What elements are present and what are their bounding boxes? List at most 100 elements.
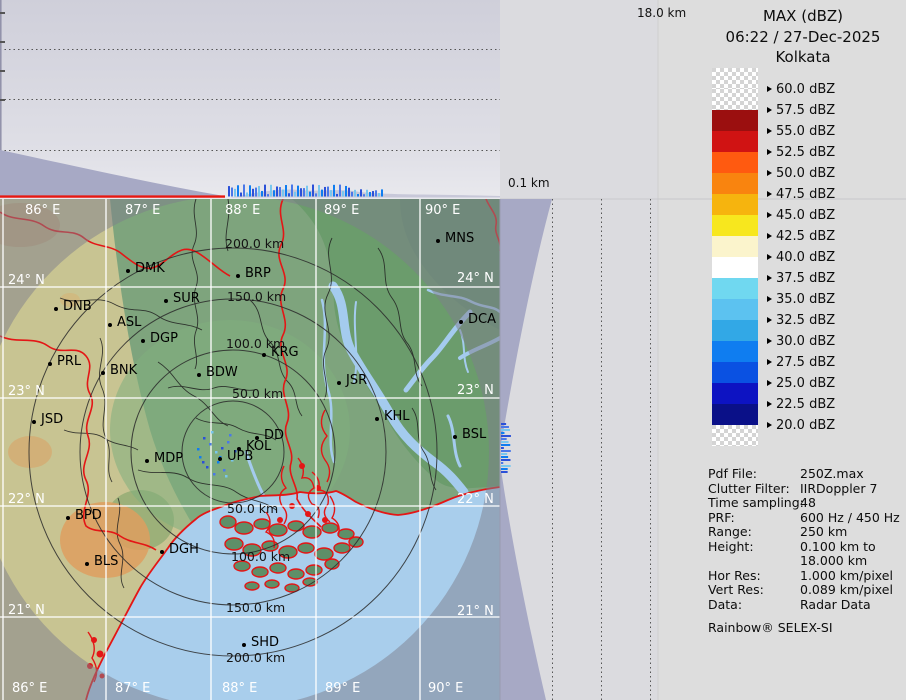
metadata-value: IIRDoppler 7 bbox=[800, 482, 877, 497]
legend-tick-label: 40.0 dBZ bbox=[776, 250, 835, 265]
height-max-label: 18.0 km bbox=[637, 7, 686, 20]
legend-tick-label: 55.0 dBZ bbox=[776, 124, 835, 139]
metadata-value: 1.000 km/pixel bbox=[800, 569, 893, 584]
station-label: DMK bbox=[135, 261, 165, 276]
colorbar-band bbox=[712, 173, 758, 194]
tick-arrow-icon bbox=[767, 86, 772, 92]
colorbar-band bbox=[712, 131, 758, 152]
station-label: ASL bbox=[117, 315, 141, 330]
colorbar-band bbox=[712, 257, 758, 278]
metadata-value: 0.089 km/pixel bbox=[800, 583, 893, 598]
metadata-value: 0.100 km to bbox=[800, 540, 876, 555]
station-dot bbox=[141, 339, 145, 343]
station-dot bbox=[262, 353, 266, 357]
range-ring-label: 200.0 km bbox=[225, 236, 284, 251]
legend-tick-row: 47.5 dBZ bbox=[767, 187, 835, 201]
legend-tick-row: 22.5 dBZ bbox=[767, 397, 835, 411]
latitude-label-left: 21° N bbox=[8, 604, 45, 618]
tick-arrow-icon bbox=[767, 170, 772, 176]
metadata-label: Hor Res: bbox=[708, 569, 761, 584]
legend-title-block: MAX (dBZ) 06:22 / 27-Dec-2025 Kolkata bbox=[700, 6, 906, 68]
station-label: BDW bbox=[206, 365, 238, 380]
legend-tick-label: 45.0 dBZ bbox=[776, 208, 835, 223]
range-ring-label: 150.0 km bbox=[226, 600, 285, 615]
station-label: MNS bbox=[445, 231, 474, 246]
metadata-value: 250 km bbox=[800, 525, 847, 540]
radar-product-screen: 18.0 km 0.1 km MAX (dBZ) 06:22 / 27-Dec-… bbox=[0, 0, 906, 700]
tick-arrow-icon bbox=[767, 233, 772, 239]
legend-tick-label: 50.0 dBZ bbox=[776, 166, 835, 181]
metadata-label: Pdf File: bbox=[708, 467, 757, 482]
station-dot bbox=[218, 457, 222, 461]
range-ring-label: 150.0 km bbox=[227, 289, 286, 304]
legend-tick-row: 20.0 dBZ bbox=[767, 418, 835, 432]
legend-tick-row: 45.0 dBZ bbox=[767, 208, 835, 222]
legend-tick-row: 25.0 dBZ bbox=[767, 376, 835, 390]
legend-tick-label: 25.0 dBZ bbox=[776, 376, 835, 391]
tick-arrow-icon bbox=[767, 359, 772, 365]
station-dot bbox=[337, 381, 341, 385]
tick-arrow-icon bbox=[767, 380, 772, 386]
metadata-label: Data: bbox=[708, 598, 742, 613]
legend-tick-row: 32.5 dBZ bbox=[767, 313, 835, 327]
metadata-value: 600 Hz / 450 Hz bbox=[800, 511, 900, 526]
longitude-label-top: 88° E bbox=[225, 204, 260, 218]
legend-tick-row: 35.0 dBZ bbox=[767, 292, 835, 306]
station-dot bbox=[436, 239, 440, 243]
legend-tick-row: 37.5 dBZ bbox=[767, 271, 835, 285]
metadata-label: Vert Res: bbox=[708, 583, 764, 598]
longitude-label-top: 86° E bbox=[25, 204, 60, 218]
station-label: BPD bbox=[75, 508, 102, 523]
station-dot bbox=[160, 550, 164, 554]
station-dot bbox=[236, 274, 240, 278]
radar-site-name: Kolkata bbox=[700, 47, 906, 68]
tick-arrow-icon bbox=[767, 254, 772, 260]
colorbar-band bbox=[712, 89, 758, 110]
station-label: DGH bbox=[169, 542, 199, 557]
metadata-row: Data:Radar Data bbox=[708, 598, 906, 613]
metadata-row: Time sampling:48 bbox=[708, 496, 906, 511]
station-label: DNB bbox=[63, 299, 92, 314]
longitude-label-bottom: 86° E bbox=[12, 682, 47, 696]
metadata-row: PRF: 600 Hz / 450 Hz bbox=[708, 511, 906, 526]
legend-tick-label: 35.0 dBZ bbox=[776, 292, 835, 307]
tick-arrow-icon bbox=[767, 128, 772, 134]
metadata-label: PRF: bbox=[708, 511, 735, 526]
station-label: BNK bbox=[110, 363, 137, 378]
station-dot bbox=[85, 562, 89, 566]
metadata-row: 18.000 km bbox=[708, 554, 906, 569]
station-label: MDP bbox=[154, 451, 183, 466]
range-ring-label: 50.0 km bbox=[232, 386, 283, 401]
legend-tick-label: 57.5 dBZ bbox=[776, 103, 835, 118]
latitude-label-left: 22° N bbox=[8, 493, 45, 507]
colorbar-band bbox=[712, 320, 758, 341]
station-dot bbox=[32, 420, 36, 424]
colorbar-band bbox=[712, 215, 758, 236]
metadata-row: Hor Res: 1.000 km/pixel bbox=[708, 569, 906, 584]
station-dot bbox=[164, 299, 168, 303]
legend-tick-label: 47.5 dBZ bbox=[776, 187, 835, 202]
colorbar-band bbox=[712, 278, 758, 299]
station-dot bbox=[66, 516, 70, 520]
station-dot bbox=[48, 362, 52, 366]
legend-tick-row: 57.5 dBZ bbox=[767, 103, 835, 117]
legend-tick-label: 42.5 dBZ bbox=[776, 229, 835, 244]
longitude-label-bottom: 87° E bbox=[115, 682, 150, 696]
range-ring-label: 100.0 km bbox=[226, 336, 285, 351]
product-datetime: 06:22 / 27-Dec-2025 bbox=[700, 27, 906, 48]
metadata-row: Vert Res: 0.089 km/pixel bbox=[708, 583, 906, 598]
station-label: UPB bbox=[227, 449, 253, 464]
metadata-label: Range: bbox=[708, 525, 752, 540]
station-label: BSL bbox=[462, 427, 486, 442]
legend-tick-row: 42.5 dBZ bbox=[767, 229, 835, 243]
tick-arrow-icon bbox=[767, 296, 772, 302]
software-brand: Rainbow® SELEX-SI bbox=[708, 620, 833, 635]
station-dot bbox=[375, 417, 379, 421]
legend-tick-row: 27.5 dBZ bbox=[767, 355, 835, 369]
tick-arrow-icon bbox=[767, 317, 772, 323]
legend-tick-label: 30.0 dBZ bbox=[776, 334, 835, 349]
latitude-label-right: 23° N bbox=[457, 384, 494, 398]
station-dot bbox=[145, 459, 149, 463]
colorbar-band bbox=[712, 404, 758, 425]
tick-arrow-icon bbox=[767, 107, 772, 113]
